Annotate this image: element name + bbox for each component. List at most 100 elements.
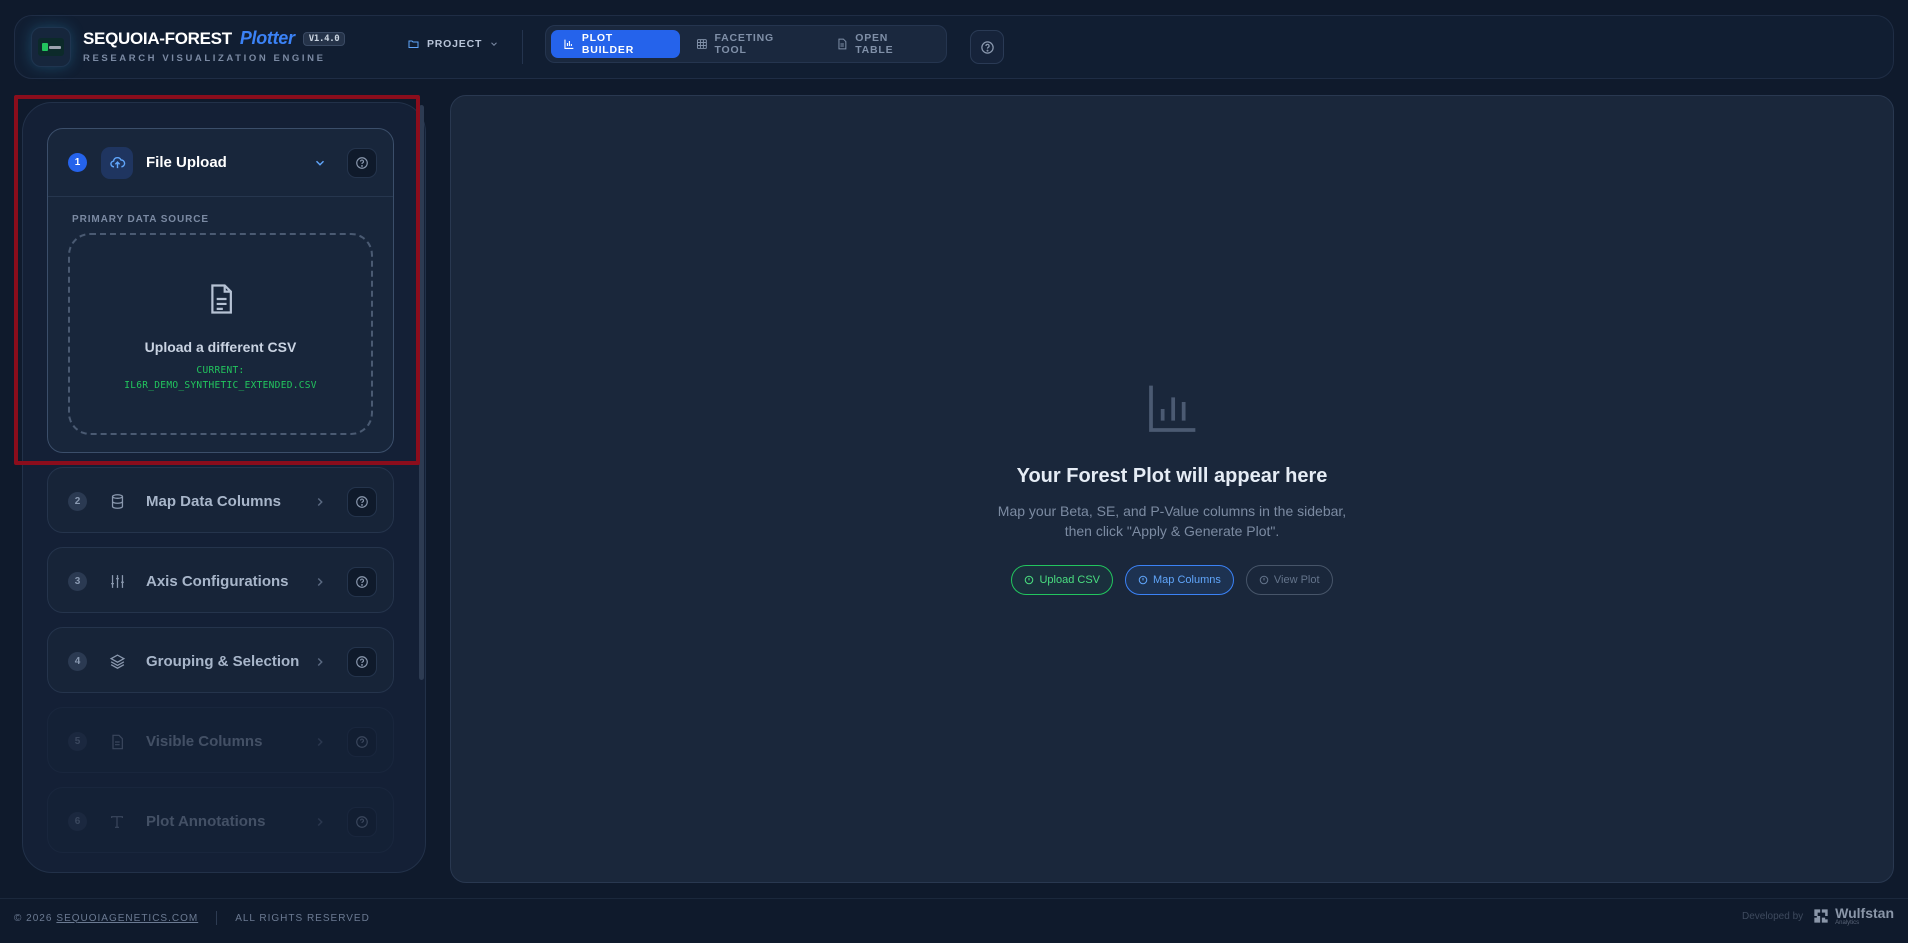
text-icon <box>101 806 133 838</box>
layers-icon <box>101 646 133 678</box>
step-number: 4 <box>68 652 87 671</box>
sliders-icon <box>101 566 133 598</box>
step-card-grouping-selection[interactable]: 4 Grouping & Selection <box>47 627 394 693</box>
chevron-down-icon[interactable] <box>313 156 327 170</box>
step-number: 2 <box>68 492 87 511</box>
step-title: File Upload <box>146 154 227 171</box>
progress-pill-upload-csv[interactable]: Upload CSV <box>1011 565 1114 595</box>
step-number: 5 <box>68 732 87 751</box>
brand-title: SEQUOIA-FOREST <box>83 28 232 48</box>
step-title: Plot Annotations <box>146 813 266 830</box>
tab-label: OPEN TABLE <box>855 32 894 56</box>
step-title: Grouping & Selection <box>146 653 300 670</box>
empty-desc-line: then click "Apply & Generate Plot". <box>1064 523 1280 539</box>
cloud-upload-icon <box>101 146 133 179</box>
rights-text: ALL RIGHTS RESERVED <box>235 912 370 924</box>
step-help-button[interactable] <box>347 566 377 597</box>
step-card-file-upload: 1 File Upload PRIMARY DATA SOURCE Upload… <box>47 128 394 453</box>
footer-left: © 2026 SEQUOIAGENETICS.COM ALL RIGHTS RE… <box>14 911 370 925</box>
step-help-button[interactable] <box>347 486 377 517</box>
card-divider <box>48 196 393 197</box>
step-card-axis-configurations[interactable]: 3 Axis Configurations <box>47 547 394 613</box>
app-logo <box>31 27 71 67</box>
progress-pill-view-plot[interactable]: View Plot <box>1245 565 1333 595</box>
grid-icon <box>696 39 707 49</box>
step-help-button <box>347 806 377 837</box>
help-icon <box>356 156 368 169</box>
folder-icon <box>408 40 419 48</box>
view-tabs: PLOT BUILDER FACETING TOOL OPEN TABLE <box>545 25 947 63</box>
step-card-map-data-columns[interactable]: 2 Map Data Columns <box>47 467 394 533</box>
info-circle-icon <box>1259 575 1269 585</box>
chevron-right-icon <box>313 815 327 829</box>
brand-tagline: RESEARCH VISUALIZATION ENGINE <box>83 53 326 64</box>
pill-label: Upload CSV <box>1039 574 1101 586</box>
upload-title: Upload a different CSV <box>144 339 297 355</box>
brand-block: SEQUOIA-FOREST Plotter V1.4.0 RESEARCH V… <box>83 28 346 64</box>
chevron-right-icon <box>313 495 327 509</box>
help-icon <box>356 815 368 828</box>
check-circle-icon <box>1025 575 1034 585</box>
progress-pill-map-columns[interactable]: Map Columns <box>1125 565 1234 595</box>
step-number: 3 <box>68 572 87 591</box>
header-divider <box>522 30 523 64</box>
tab-plot-builder[interactable]: PLOT BUILDER <box>551 30 680 58</box>
document-icon <box>838 38 847 50</box>
copyright-text: © 2026 <box>14 912 53 924</box>
tab-label: FACETING TOOL <box>714 32 774 56</box>
chevron-right-icon <box>313 735 327 749</box>
version-badge: V1.4.0 <box>302 31 346 46</box>
step-help-button[interactable] <box>347 646 377 677</box>
document-icon <box>101 726 133 758</box>
step-header-file-upload[interactable]: 1 File Upload <box>48 129 393 196</box>
bar-chart-icon <box>564 39 574 49</box>
database-icon <box>101 486 133 518</box>
progress-steps: Upload CSV Map Columns View Plot <box>1011 565 1333 595</box>
chevron-right-icon <box>313 575 327 589</box>
header-help-button[interactable] <box>970 30 1004 64</box>
step-title: Visible Columns <box>146 733 263 750</box>
empty-state-title: Your Forest Plot will appear here <box>1016 465 1328 487</box>
plot-area: Your Forest Plot will appear here Map yo… <box>450 95 1894 883</box>
chevron-down-icon <box>491 42 498 46</box>
footer-divider <box>0 898 1908 899</box>
step-number: 1 <box>68 153 87 172</box>
help-icon <box>356 655 368 668</box>
csv-dropzone[interactable]: Upload a different CSV CURRENT: IL6R_DEM… <box>68 233 373 435</box>
empty-desc-line: Map your Beta, SE, and P-Value columns i… <box>997 503 1347 519</box>
current-file: CURRENT: IL6R_DEMO_SYNTHETIC_EXTENDED.CS… <box>124 363 317 393</box>
pill-label: Map Columns <box>1153 574 1221 586</box>
developed-by-text: Developed by <box>1741 910 1804 922</box>
footer-separator <box>216 911 218 925</box>
step-title: Map Data Columns <box>146 493 282 510</box>
brand-subtitle: Plotter <box>239 28 295 48</box>
project-label: PROJECT <box>427 38 483 50</box>
site-link[interactable]: SEQUOIAGENETICS.COM <box>56 913 198 924</box>
pill-label: View Plot <box>1273 574 1320 586</box>
primary-source-label: PRIMARY DATA SOURCE <box>72 214 209 225</box>
bar-chart-icon <box>1149 385 1196 432</box>
empty-state-description: Map your Beta, SE, and P-Value columns i… <box>998 501 1346 541</box>
footer-right: Developed by Wulfstan Analytics <box>1742 906 1894 926</box>
step-card-visible-columns: 5 Visible Columns <box>47 707 394 773</box>
sidebar-scrollbar[interactable] <box>419 105 424 680</box>
project-menu[interactable]: PROJECT <box>407 38 499 50</box>
wulfstan-logo-icon <box>1814 909 1828 923</box>
document-icon <box>210 284 232 314</box>
tab-open-table[interactable]: OPEN TABLE <box>824 30 941 58</box>
empty-state: Your Forest Plot will appear here Map yo… <box>451 381 1893 595</box>
tab-label: PLOT BUILDER <box>581 32 635 56</box>
step-help-button <box>347 726 377 757</box>
developer-logo[interactable]: Wulfstan Analytics <box>1811 906 1894 926</box>
info-circle-icon <box>1138 575 1148 585</box>
app-header: SEQUOIA-FOREST Plotter V1.4.0 RESEARCH V… <box>14 15 1894 79</box>
current-file-label: CURRENT: <box>196 365 245 376</box>
step-help-button[interactable] <box>347 147 377 178</box>
step-title: Axis Configurations <box>146 573 289 590</box>
help-icon <box>980 40 994 54</box>
tab-faceting-tool[interactable]: FACETING TOOL <box>684 30 821 58</box>
step-number: 6 <box>68 812 87 831</box>
current-file-name: IL6R_DEMO_SYNTHETIC_EXTENDED.CSV <box>124 380 317 391</box>
help-icon <box>356 575 368 588</box>
help-icon <box>356 495 368 508</box>
